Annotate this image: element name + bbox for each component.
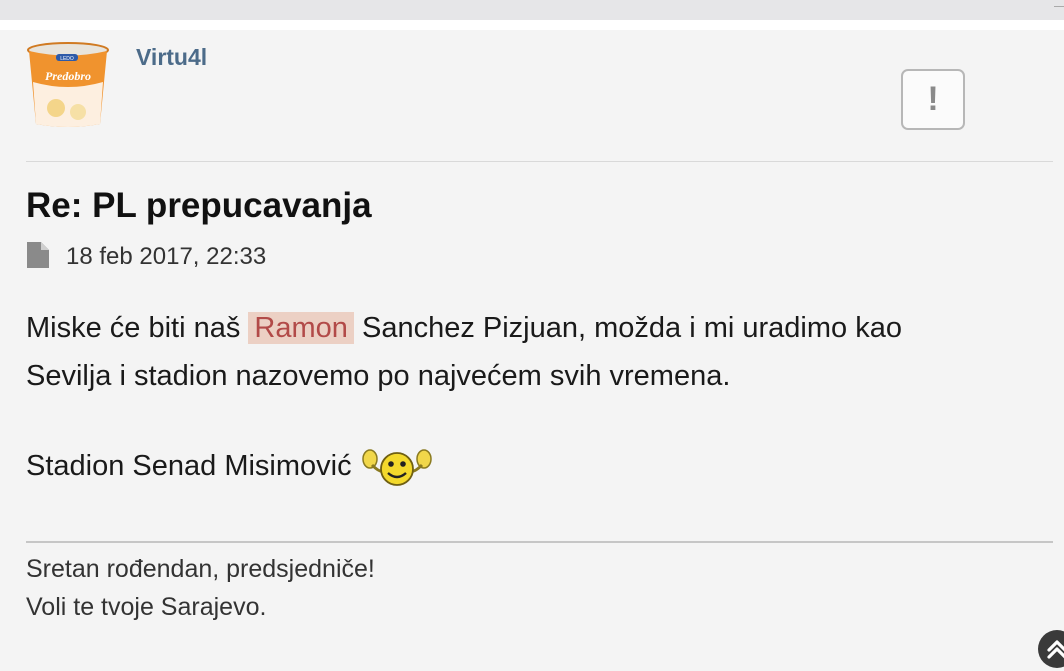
ice-cream-tub-image: LEDO Predobro — [27, 42, 109, 127]
report-button[interactable]: ! — [901, 69, 965, 130]
post-date: 18 feb 2017, 22:33 — [66, 243, 267, 270]
post-gap — [0, 20, 1064, 30]
previous-post-edge — [0, 0, 1064, 20]
post-title: Re: PL prepucavanja — [26, 186, 372, 225]
post-text-segment: Miske će biti naš — [26, 312, 249, 344]
scroll-to-top-icon[interactable] — [1038, 630, 1064, 668]
post-text-segment: Sanchez Pizjuan, možda i mi uradimo kao — [353, 312, 902, 344]
post-content: Miske će biti naš Ramon Sanchez Pizjuan,… — [26, 304, 1056, 502]
post-author[interactable]: Virtu4l — [136, 44, 207, 71]
forum-post: LEDO Predobro Virtu4l ! Re: PL prepucava… — [0, 30, 1064, 671]
post-body-line-1: Miske će biti naš Ramon Sanchez Pizjuan,… — [26, 304, 1056, 352]
highlighted-word: Ramon — [248, 312, 354, 344]
avatar-brand-text: LEDO — [60, 56, 74, 62]
post-meta: 18 feb 2017, 22:33 — [26, 241, 267, 274]
post-body-line-3: Stadion Senad Misimović — [26, 442, 1056, 502]
report-icon: ! — [927, 80, 939, 118]
user-signature: Sretan rođendan, predsjedniče! Voli te t… — [26, 550, 375, 626]
post-text-segment: Stadion Senad Misimović — [26, 450, 352, 482]
file-icon[interactable] — [26, 241, 50, 274]
header-divider — [26, 161, 1053, 162]
signature-line-1: Sretan rođendan, predsjedniče! — [26, 555, 375, 583]
signature-line-2: Voli te tvoje Sarajevo. — [26, 593, 267, 621]
user-avatar[interactable]: LEDO Predobro — [26, 42, 110, 128]
signature-divider — [26, 541, 1053, 543]
post-body-line-2: Sevilja i stadion nazovemo po najvećem s… — [26, 360, 731, 392]
cheering-smiley-icon — [358, 447, 436, 502]
avatar-product-text: Predobro — [45, 69, 91, 83]
